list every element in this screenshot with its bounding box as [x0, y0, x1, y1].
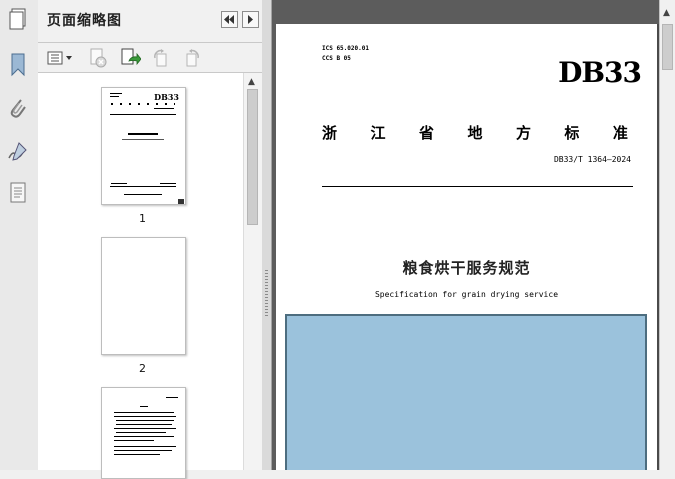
attachment-icon — [10, 99, 26, 118]
document-page: ICS 65.020.01 CCS B 05 DB33 浙 江 省 地 方 标 … — [276, 24, 657, 470]
page-thumbnails-button[interactable] — [5, 6, 31, 32]
heading-char: 省 — [418, 124, 434, 142]
db33-logo: DB33 — [558, 56, 642, 89]
thumbnail-toolbar — [38, 43, 262, 73]
heading-char: 浙 — [322, 124, 338, 142]
heading-char: 方 — [515, 124, 531, 142]
pdf-viewer-window: 页面缩略图 DB33 1 2 ▲ ICS 65.020.01 CCS B 05 … — [0, 0, 675, 479]
document-title-cn: 粮食烘干服务规范 — [402, 259, 531, 277]
document-title-en: Specification for grain drying service — [374, 290, 559, 299]
layers-button[interactable] — [5, 180, 31, 206]
collapse-panel-button[interactable] — [221, 11, 238, 28]
options-menu-button[interactable] — [46, 47, 74, 69]
expand-right-icon — [248, 15, 253, 24]
collapse-left-icon — [224, 15, 234, 24]
page-thumbnail-2[interactable] — [101, 237, 186, 355]
panel-header: 页面缩略图 — [38, 0, 262, 43]
thumbnail-label-2: 2 — [139, 362, 146, 375]
delete-page-button[interactable] — [87, 47, 109, 69]
page-layers-icon — [10, 182, 26, 203]
page-thumbnail-1[interactable]: DB33 — [101, 87, 186, 205]
document-scrollbar[interactable]: ▲ — [659, 0, 675, 470]
rotate-left-icon — [154, 49, 167, 67]
page-thumbnail-3[interactable] — [101, 387, 186, 479]
navigation-rail — [0, 0, 39, 470]
scroll-up-icon[interactable]: ▲ — [248, 77, 255, 87]
thumbnail-scroll-thumb[interactable] — [247, 89, 258, 225]
page-thumbnails-icon — [9, 8, 26, 30]
insert-page-button[interactable] — [119, 47, 141, 69]
rotate-left-button[interactable] — [150, 47, 172, 69]
splitter-grip-icon[interactable] — [265, 270, 268, 318]
province-standard-heading: 浙 江 省 地 方 标 准 — [322, 122, 628, 143]
expand-panel-button[interactable] — [242, 11, 259, 28]
thumbnail-panel: 页面缩略图 DB33 1 2 ▲ — [38, 0, 263, 479]
ics-code: ICS 65.020.01 — [322, 45, 369, 52]
heading-char: 地 — [467, 124, 483, 142]
signatures-button[interactable] — [5, 138, 31, 164]
heading-char: 江 — [370, 124, 386, 142]
signature-icon — [8, 142, 27, 161]
panel-splitter[interactable] — [262, 0, 272, 470]
selection-highlight[interactable] — [285, 314, 647, 470]
thumbnail-label-1: 1 — [139, 212, 146, 225]
rotate-right-icon — [186, 49, 199, 67]
scroll-up-icon[interactable]: ▲ — [663, 8, 670, 18]
bookmarks-button[interactable] — [5, 52, 31, 78]
options-menu-icon — [47, 51, 72, 65]
panel-title: 页面缩略图 — [47, 13, 122, 29]
thumbnail-list: DB33 1 2 — [38, 73, 243, 479]
heading-char: 准 — [612, 124, 628, 142]
rotate-right-button[interactable] — [181, 47, 203, 69]
standard-number: DB33/T 1364—2024 — [553, 155, 631, 164]
ccs-code: CCS B 05 — [322, 55, 351, 62]
delete-page-icon — [90, 48, 107, 68]
insert-page-icon — [121, 48, 141, 66]
attachments-button[interactable] — [5, 95, 31, 121]
header-rule — [322, 186, 633, 187]
heading-char: 标 — [564, 124, 580, 142]
thumbnail-scrollbar[interactable]: ▲ — [243, 73, 262, 470]
document-scroll-thumb[interactable] — [662, 24, 673, 70]
bookmark-icon — [11, 53, 25, 77]
document-view: ICS 65.020.01 CCS B 05 DB33 浙 江 省 地 方 标 … — [272, 0, 675, 470]
